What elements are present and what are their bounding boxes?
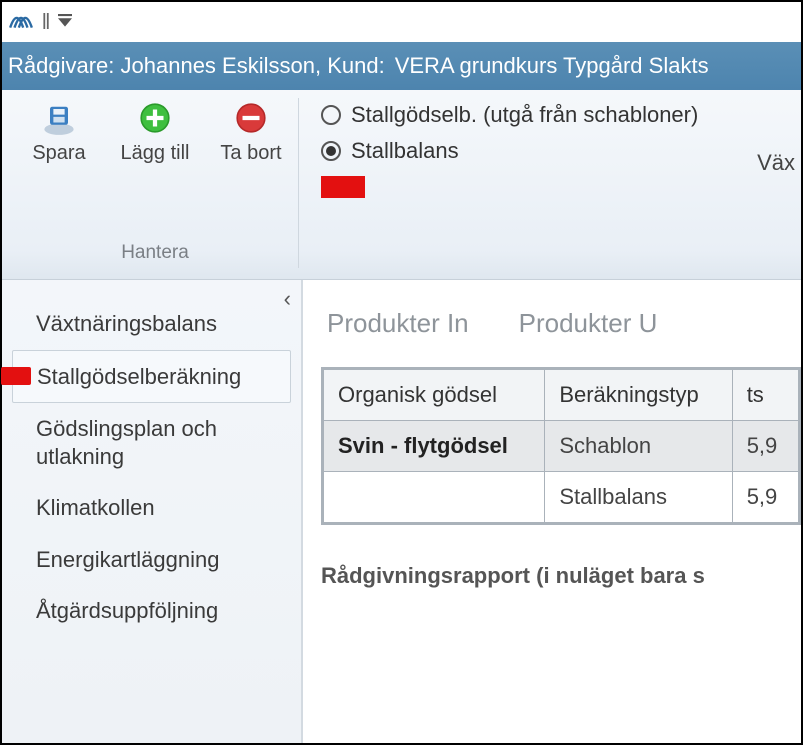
sidebar-item-vaxtnaringsbalans[interactable]: Växtnäringsbalans	[2, 298, 301, 350]
advisor-label: Rådgivare:	[8, 53, 114, 79]
plus-icon	[135, 98, 175, 138]
ribbon: Spara Lägg till	[2, 90, 801, 280]
tab-produkter-ut[interactable]: Produkter U	[519, 308, 658, 339]
advisor-name: Johannes Eskilsson,	[121, 53, 322, 79]
ribbon-group-manage: Spara Lägg till	[12, 98, 299, 268]
highlight-marker	[1, 367, 31, 385]
sidebar-item-energikartlaggning[interactable]: Energikartläggning	[2, 534, 301, 586]
col-berakningstyp[interactable]: Beräkningstyp	[545, 370, 732, 421]
app-logo-icon	[8, 6, 34, 38]
cell-typ: Schablon	[545, 421, 732, 472]
ribbon-group-label: Hantera	[121, 242, 189, 268]
table-row[interactable]: Svin - flytgödsel Schablon 5,9	[324, 421, 799, 472]
manure-table: Organisk gödsel Beräkningstyp ts Svin - …	[321, 367, 801, 525]
save-button[interactable]: Spara	[20, 98, 98, 165]
qat-separator: ‖	[42, 9, 50, 35]
radio-checked-icon	[321, 141, 341, 161]
cell-gödsel	[324, 472, 545, 523]
quick-access-toolbar: ‖	[2, 2, 801, 42]
save-icon	[39, 98, 79, 138]
save-label: Spara	[32, 142, 85, 165]
radio-schablon-label: Stallgödselb. (utgå från schabloner)	[351, 102, 698, 128]
tab-produkter-in[interactable]: Produkter In	[327, 308, 469, 339]
title-bar: Rådgivare: Johannes Eskilsson, Kund: VER…	[2, 42, 801, 90]
add-label: Lägg till	[121, 142, 190, 165]
minus-icon	[231, 98, 271, 138]
content-tabs: Produkter In Produkter U	[321, 298, 801, 367]
report-section-label: Rådgivningsrapport (i nuläget bara s	[321, 563, 801, 589]
cell-ts: 5,9	[732, 421, 798, 472]
qat-dropdown-icon[interactable]	[58, 14, 72, 31]
customer-label: Kund:	[327, 53, 385, 79]
radio-stallbalans[interactable]: Stallbalans	[321, 138, 698, 164]
add-button[interactable]: Lägg till	[116, 98, 194, 165]
ribbon-right-truncated: Väx	[757, 150, 795, 176]
sidebar-item-klimatkollen[interactable]: Klimatkollen	[2, 482, 301, 534]
body-split: ‹ Växtnäringsbalans Stallgödselberäkning…	[2, 280, 801, 743]
sidebar-item-stallgodselberakning[interactable]: Stallgödselberäkning	[12, 350, 291, 404]
radio-schablon[interactable]: Stallgödselb. (utgå från schabloner)	[321, 102, 698, 128]
collapse-sidebar-icon[interactable]: ‹	[284, 286, 291, 312]
col-ts[interactable]: ts	[732, 370, 798, 421]
remove-button[interactable]: Ta bort	[212, 98, 290, 165]
sidebar: ‹ Växtnäringsbalans Stallgödselberäkning…	[2, 280, 302, 743]
col-organisk-godsel[interactable]: Organisk gödsel	[324, 370, 545, 421]
sidebar-item-godslingsplan[interactable]: Gödslingsplan och utlakning	[2, 403, 301, 482]
radio-stallbalans-label: Stallbalans	[351, 138, 459, 164]
cell-typ: Stallbalans	[545, 472, 732, 523]
sidebar-item-atgardsuppfoljning[interactable]: Åtgärdsuppföljning	[2, 585, 301, 637]
cell-gödsel: Svin - flytgödsel	[324, 421, 545, 472]
radio-icon	[321, 105, 341, 125]
table-row[interactable]: Stallbalans 5,9	[324, 472, 799, 523]
content-panel: Produkter In Produkter U Organisk gödsel…	[302, 280, 801, 743]
cell-ts: 5,9	[732, 472, 798, 523]
sidebar-item-label: Stallgödselberäkning	[37, 364, 241, 389]
remove-label: Ta bort	[220, 142, 281, 165]
customer-name: VERA grundkurs Typgård Slakts	[395, 53, 709, 79]
highlight-marker	[321, 176, 365, 198]
ribbon-group-mode: Stallgödselb. (utgå från schabloner) Sta…	[299, 98, 791, 268]
